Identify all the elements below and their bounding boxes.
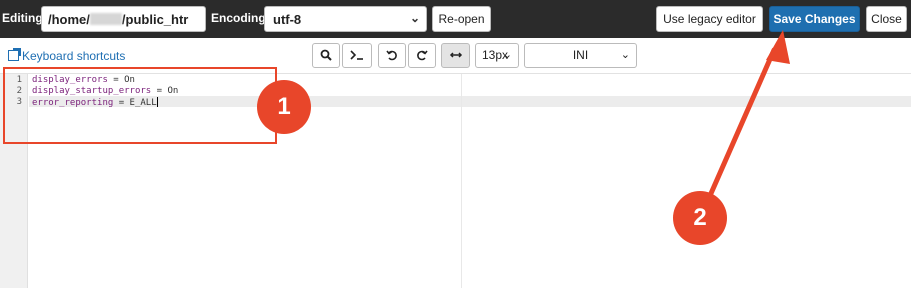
file-editor: Editing: /home//public_htr Encoding: utf… bbox=[0, 0, 911, 288]
step-badge-2: 2 bbox=[673, 191, 727, 245]
arrow-annotation bbox=[706, 30, 790, 201]
